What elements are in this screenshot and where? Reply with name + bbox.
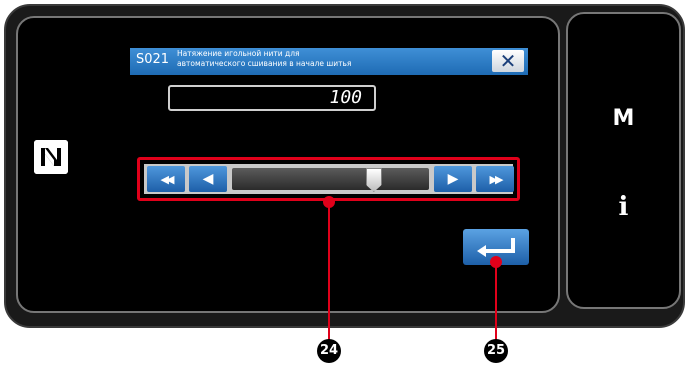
fast-decrease-button[interactable]: ◀◀ [147,166,185,192]
double-left-arrow-icon: ◀◀ [160,172,175,186]
callout-line-24 [328,201,330,340]
increase-button[interactable]: ▶ [434,166,472,192]
dialog-title-bar: S021 Натяжение игольной нити для автомат… [130,48,528,75]
dialog-title-line-2: автоматического сшивания в начале шитья [177,59,352,68]
callout-number-25: 25 [484,339,508,363]
right-arrow-icon: ▶ [447,171,459,187]
callout-line-25 [495,262,497,340]
callout-number-24: 24 [317,339,341,363]
dialog-code: S021 [136,52,170,67]
side-panel: M i [566,12,681,309]
dialog-title: Натяжение игольной нити для автоматическ… [177,49,467,69]
callout-dot-25 [490,256,502,268]
dialog-title-line-1: Натяжение игольной нити для [177,49,300,58]
value-display: 100 [168,85,376,111]
info-button[interactable]: i [568,192,679,222]
decrease-button[interactable]: ◀ [189,166,227,192]
close-button[interactable]: ✕ [492,49,524,73]
fast-increase-button[interactable]: ▶▶ [476,166,514,192]
double-right-arrow-icon: ▶▶ [489,172,504,186]
nfc-icon [34,140,68,174]
mode-button[interactable]: M [568,106,679,131]
slider-track[interactable] [232,168,429,192]
left-arrow-icon: ◀ [202,171,214,187]
slider-thumb[interactable] [365,168,382,192]
callout-dot-24 [323,196,335,208]
close-icon: ✕ [499,49,517,73]
